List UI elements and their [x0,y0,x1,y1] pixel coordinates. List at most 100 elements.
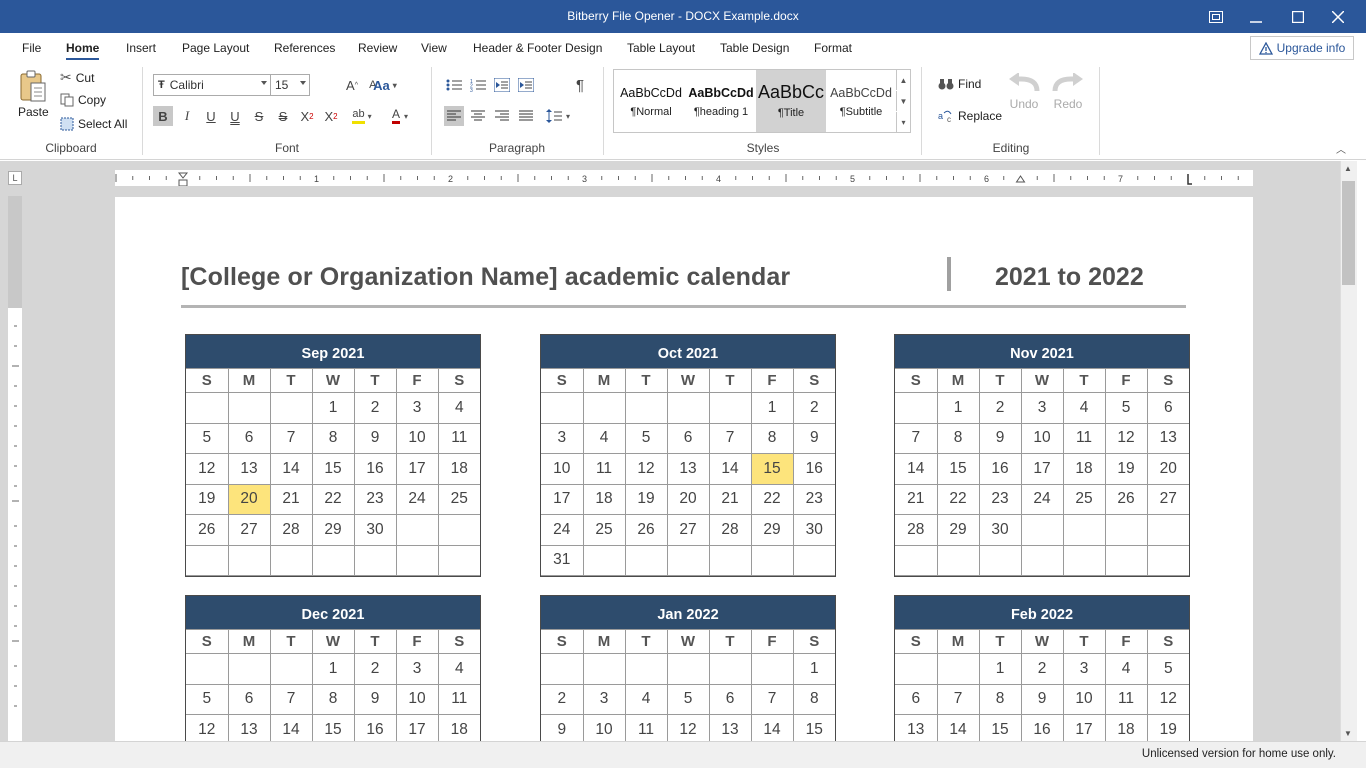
day-cell[interactable] [895,653,938,685]
day-cell[interactable]: 5 [1104,392,1148,424]
day-cell[interactable] [1020,514,1064,546]
day-cell[interactable]: 26 [186,514,229,546]
day-cell[interactable]: 13 [1146,422,1189,454]
day-cell[interactable] [227,653,271,685]
day-cell[interactable]: 9 [1020,683,1064,715]
day-cell[interactable]: 7 [269,683,313,715]
day-cell[interactable]: 8 [936,422,980,454]
day-cell[interactable] [269,544,313,576]
style-title[interactable]: AaBbCc ¶Title [756,70,826,132]
day-cell[interactable]: 16 [353,714,397,741]
day-cell[interactable]: 12 [186,714,229,741]
day-cell[interactable] [186,544,229,576]
day-cell[interactable]: 22 [311,483,355,515]
day-cell[interactable] [186,653,229,685]
day-cell[interactable]: 6 [227,683,271,715]
day-cell[interactable]: 1 [936,392,980,424]
tab-view[interactable]: View [421,41,447,55]
day-cell[interactable] [978,544,1022,576]
day-cell[interactable]: 13 [227,453,271,485]
day-cell[interactable]: 1 [311,653,355,685]
scroll-thumb[interactable] [1342,181,1355,285]
day-cell[interactable] [186,392,229,424]
day-cell[interactable]: 19 [186,483,229,515]
day-cell[interactable] [1020,544,1064,576]
day-cell[interactable]: 27 [1146,483,1189,515]
day-cell[interactable]: 23 [792,483,835,515]
day-cell[interactable]: 18 [1104,714,1148,741]
day-cell[interactable]: 3 [541,422,584,454]
day-cell[interactable] [1062,514,1106,546]
day-cell[interactable]: 6 [1146,392,1189,424]
tab-table-layout[interactable]: Table Layout [627,41,695,55]
scroll-up-icon[interactable]: ▲ [1344,164,1352,173]
day-cell[interactable]: 5 [1146,653,1189,685]
day-cell[interactable]: 23 [978,483,1022,515]
day-cell[interactable]: 25 [582,514,626,546]
day-cell[interactable]: 2 [353,392,397,424]
day-cell[interactable]: 4 [624,683,668,715]
day-cell[interactable]: 19 [1104,453,1148,485]
day-cell[interactable]: 9 [353,422,397,454]
day-cell[interactable]: 2 [1020,653,1064,685]
day-cell[interactable]: 20 [227,483,271,515]
right-indent-marker[interactable] [1015,175,1026,183]
day-cell[interactable]: 27 [227,514,271,546]
day-cell[interactable] [1062,544,1106,576]
style-normal[interactable]: AaBbCcDd ¶Normal [616,70,686,132]
day-cell[interactable]: 24 [395,483,439,515]
day-cell[interactable]: 11 [582,453,626,485]
day-cell[interactable]: 8 [792,683,835,715]
day-cell[interactable] [1146,544,1189,576]
day-cell[interactable]: 6 [708,683,752,715]
day-cell[interactable]: 16 [1020,714,1064,741]
tab-table-design[interactable]: Table Design [720,41,789,55]
day-cell[interactable]: 1 [750,392,794,424]
day-cell[interactable]: 28 [708,514,752,546]
day-cell[interactable]: 12 [1104,422,1148,454]
day-cell[interactable]: 8 [311,683,355,715]
day-cell[interactable]: 8 [311,422,355,454]
day-cell[interactable] [750,544,794,576]
tab-review[interactable]: Review [358,41,397,55]
day-cell[interactable]: 14 [708,453,752,485]
day-cell[interactable]: 14 [269,453,313,485]
day-cell[interactable]: 14 [750,714,794,741]
day-cell[interactable]: 10 [1062,683,1106,715]
day-cell[interactable]: 5 [186,683,229,715]
day-cell[interactable]: 12 [666,714,710,741]
day-cell[interactable]: 16 [978,453,1022,485]
day-cell[interactable]: 28 [269,514,313,546]
day-cell[interactable]: 25 [1062,483,1106,515]
day-cell[interactable] [541,653,584,685]
day-cell[interactable]: 26 [624,514,668,546]
tab-insert[interactable]: Insert [126,41,156,55]
day-cell[interactable] [582,544,626,576]
day-cell[interactable]: 4 [1104,653,1148,685]
day-cell[interactable]: 15 [311,453,355,485]
tab-home[interactable]: Home [66,41,100,60]
day-cell[interactable]: 26 [1104,483,1148,515]
day-cell[interactable]: 12 [624,453,668,485]
day-cell[interactable]: 15 [936,453,980,485]
day-cell[interactable]: 10 [541,453,584,485]
day-cell[interactable]: 12 [1146,683,1189,715]
day-cell[interactable]: 19 [624,483,668,515]
day-cell[interactable] [1146,514,1189,546]
day-cell[interactable]: 11 [1062,422,1106,454]
minimize-button[interactable] [1236,0,1276,33]
day-cell[interactable] [936,544,980,576]
day-cell[interactable]: 5 [666,683,710,715]
tab-stop-selector[interactable]: L [8,171,22,185]
day-cell[interactable]: 11 [437,422,480,454]
day-cell[interactable] [437,514,480,546]
day-cell[interactable] [936,653,980,685]
day-cell[interactable] [624,392,668,424]
day-cell[interactable]: 9 [353,683,397,715]
day-cell[interactable]: 18 [582,483,626,515]
day-cell[interactable]: 3 [1062,653,1106,685]
day-cell[interactable]: 31 [541,544,584,576]
tab-references[interactable]: References [274,41,335,55]
find-button[interactable]: Find [938,77,981,91]
tab-file[interactable]: File [22,41,41,55]
